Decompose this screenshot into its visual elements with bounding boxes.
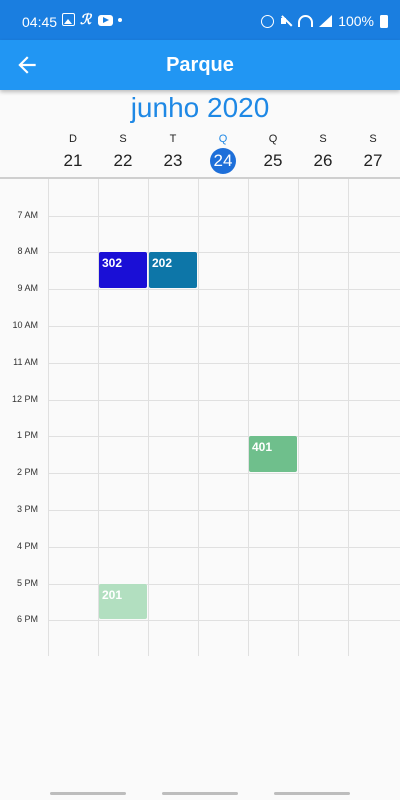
alarm-icon [261,14,275,28]
day-name: S [119,133,127,145]
grid-hour-line [48,436,400,438]
month-title: junho 2020 [130,92,270,123]
battery-icon [380,14,388,28]
day-number: 24 [213,151,233,170]
day-header-26[interactable]: S 26 [298,132,348,173]
day-header-21[interactable]: D 21 [48,132,98,173]
notification-icons: ℛ [62,11,122,27]
hour-label: 5 PM [16,577,38,588]
day-name: Q [218,133,228,145]
hour-label: 11 AM [13,356,38,367]
day-number: 26 [313,151,333,170]
hour-label: 1 PM [16,430,38,441]
day-name: T [169,133,177,145]
grid-hour-line [48,399,400,401]
page-title: Parque [166,54,234,76]
hour-label: 6 PM [16,614,38,625]
status-time: 04:45 [22,14,58,30]
grid-hour-line [48,289,400,291]
hour-label: 10 AM [12,319,38,330]
nav-recents[interactable] [50,792,126,795]
signal-icon [319,15,333,27]
day-header-22[interactable]: S 22 [98,132,148,173]
day-number: 23 [163,151,183,170]
day-header-23[interactable]: T 23 [148,132,198,173]
day-name: S [369,133,377,145]
hour-label: 2 PM [16,467,38,478]
wifi-icon [298,15,314,27]
gallery-icon [62,13,75,26]
day-name: S [319,133,327,145]
event-302[interactable]: 302 [99,252,147,289]
day-number: 25 [263,151,283,170]
week-days-header: D 21 S 22 T 23 Q 24 Q 25 S 26 S 27 [48,132,400,174]
hour-label: 4 PM [16,540,38,551]
nav-bar [0,788,400,800]
mute-icon [280,15,292,27]
nav-home[interactable] [162,792,238,795]
hour-label: 3 PM [16,503,38,514]
day-header-27[interactable]: S 27 [348,132,398,173]
day-header-25[interactable]: Q 25 [248,132,298,173]
day-number: 21 [63,151,83,170]
event-201[interactable]: 201 [99,583,147,620]
status-bar: 04:45 ℛ 100% [0,0,400,40]
grid-hour-line [48,620,400,622]
system-icons: 100% [261,13,388,29]
day-name: Q [268,133,278,145]
event-202[interactable]: 202 [149,252,197,289]
day-number: 27 [363,151,383,170]
nav-back[interactable] [274,792,350,795]
youtube-icon [98,14,113,26]
hour-label: 9 AM [17,283,38,294]
dot-icon [118,17,122,22]
day-header-24[interactable]: Q 24 [198,132,248,174]
grid-hour-line [48,509,400,511]
app-bar: Parque [0,40,400,90]
event-401[interactable]: 401 [249,436,297,473]
grid-hour-line [48,546,400,548]
grid-hour-line [48,325,400,327]
battery-percent: 100% [338,13,374,29]
day-name: D [69,133,77,145]
hour-label: 7 AM [17,209,38,220]
hour-label: 12 PM [11,393,38,404]
grid-hour-line [48,362,400,364]
hour-label: 8 AM [17,246,38,257]
p-app-icon: ℛ [80,11,92,27]
grid-hour-line [48,215,400,217]
week-grid[interactable]: 7 AM 8 AM 9 AM 10 AM 11 AM 12 PM 1 PM 2 PM 3 PM 4… [0,179,400,656]
grid-hour-line [48,473,400,475]
day-number: 22 [113,151,133,170]
